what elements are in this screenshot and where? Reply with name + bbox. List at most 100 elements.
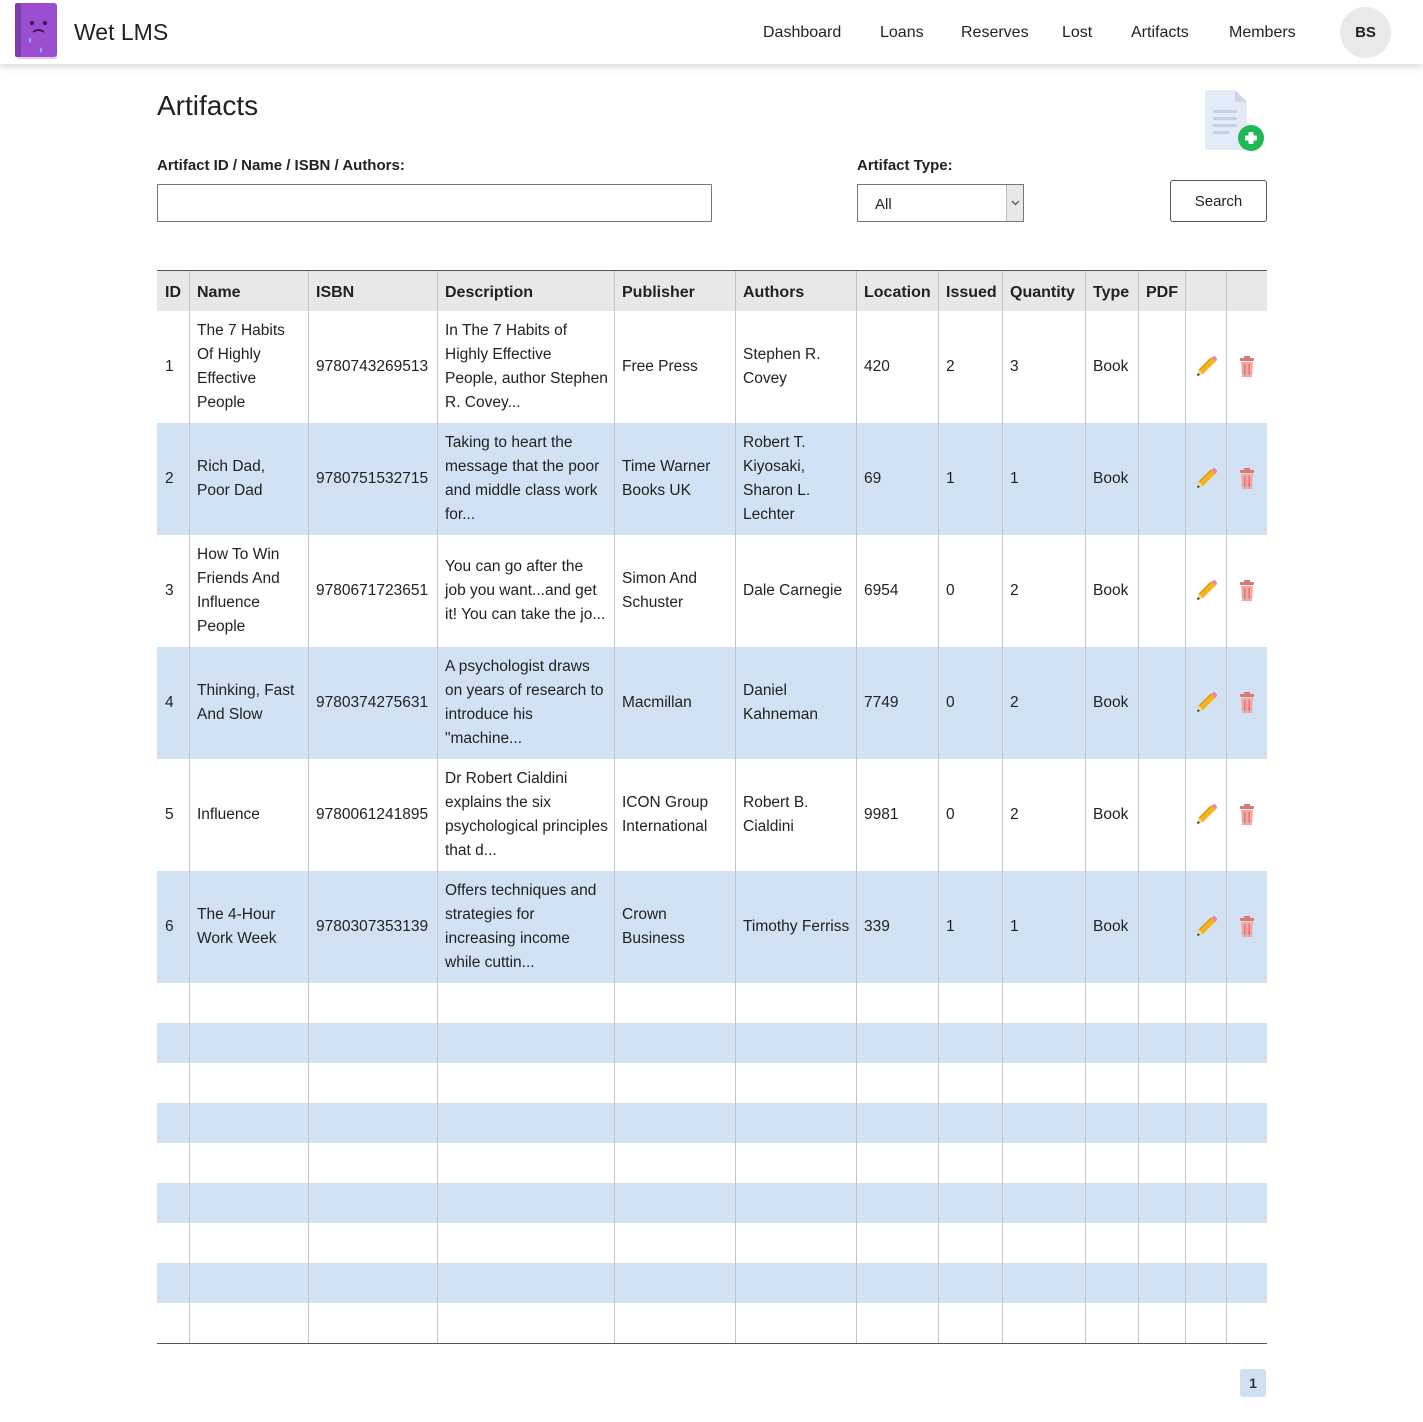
cell-name-text: The 4-Hour Work Week xyxy=(197,906,277,947)
cell-isbn-text: 9780307353139 xyxy=(316,918,429,935)
cell-type: Book xyxy=(1093,871,1132,983)
artifact-search-input[interactable] xyxy=(157,184,712,222)
cell-type-text: Book xyxy=(1093,582,1129,599)
pencil-icon[interactable] xyxy=(1193,690,1219,721)
column-header-publisher: Publisher xyxy=(622,284,695,301)
cell-issued: 0 xyxy=(946,535,996,647)
nav-reserves[interactable]: Reserves xyxy=(961,24,1029,42)
artifact-type-select[interactable]: All xyxy=(857,184,1024,222)
cell-authors-text: Timothy Ferriss xyxy=(743,918,850,935)
app-title[interactable]: Wet LMS xyxy=(74,19,168,46)
column-header-location: Location xyxy=(864,284,931,301)
cell-authors: Timothy Ferriss xyxy=(743,871,850,983)
cell-id: 1 xyxy=(165,311,183,423)
cell-description: Taking to heart the message that the poo… xyxy=(445,423,608,535)
table-bottom-border xyxy=(157,1343,1267,1344)
pagination-page-1[interactable]: 1 xyxy=(1240,1369,1266,1397)
column-header-name: Name xyxy=(197,284,241,301)
nav-dashboard[interactable]: Dashboard xyxy=(763,24,841,42)
cell-publisher-text: ICON Group International xyxy=(622,794,709,835)
cell-location: 339 xyxy=(864,871,932,983)
cell-type: Book xyxy=(1093,311,1132,423)
type-label: Artifact Type: xyxy=(857,157,953,174)
search-button[interactable]: Search xyxy=(1170,180,1267,222)
column-header-description: Description xyxy=(445,284,534,301)
cell-type-text: Book xyxy=(1093,694,1129,711)
pencil-icon[interactable] xyxy=(1193,466,1219,497)
cell-quantity-text: 2 xyxy=(1010,582,1019,599)
cell-isbn-text: 9780751532715 xyxy=(316,470,429,487)
add-document-icon[interactable] xyxy=(1201,86,1267,154)
sad-book-icon[interactable] xyxy=(15,3,59,61)
cell-description-text: Offers techniques and strategies for inc… xyxy=(445,882,597,971)
top-navbar: Wet LMS Dashboard Loans Reserves Lost Ar… xyxy=(0,0,1423,64)
cell-id-text: 3 xyxy=(165,582,174,599)
cell-id: 3 xyxy=(165,535,183,647)
nav-loans[interactable]: Loans xyxy=(880,24,924,42)
nav-artifacts[interactable]: Artifacts xyxy=(1131,24,1189,42)
cell-quantity-text: 1 xyxy=(1010,470,1019,487)
cell-id-text: 1 xyxy=(165,358,174,375)
cell-description: In The 7 Habits of Highly Effective Peop… xyxy=(445,311,608,423)
cell-issued-text: 1 xyxy=(946,918,955,935)
cell-location: 9981 xyxy=(864,759,932,871)
cell-id: 4 xyxy=(165,647,183,759)
empty-table-row xyxy=(157,1143,1267,1183)
empty-table-row xyxy=(157,1223,1267,1263)
cell-type: Book xyxy=(1093,535,1132,647)
column-header-pdf: PDF xyxy=(1146,284,1178,301)
column-divider xyxy=(437,271,438,1343)
cell-description: A psychologist draws on years of researc… xyxy=(445,647,608,759)
cell-issued-text: 1 xyxy=(946,470,955,487)
pencil-icon[interactable] xyxy=(1193,802,1219,833)
table-row: 3 How To Win Friends And Influence People… xyxy=(157,535,1267,647)
trash-icon[interactable] xyxy=(1237,692,1257,719)
column-divider xyxy=(1085,271,1086,1343)
cell-issued-text: 0 xyxy=(946,694,955,711)
nav-members[interactable]: Members xyxy=(1229,24,1296,42)
trash-icon[interactable] xyxy=(1237,580,1257,607)
trash-icon[interactable] xyxy=(1237,356,1257,383)
column-header-quantity: Quantity xyxy=(1010,284,1075,301)
cell-id: 5 xyxy=(165,759,183,871)
cell-quantity-text: 2 xyxy=(1010,806,1019,823)
column-divider xyxy=(856,271,857,1343)
cell-type-text: Book xyxy=(1093,358,1129,375)
cell-location-text: 9981 xyxy=(864,806,899,823)
cell-id-text: 6 xyxy=(165,918,174,935)
cell-isbn: 9780671723651 xyxy=(316,535,431,647)
cell-publisher-text: Macmillan xyxy=(622,694,692,711)
cell-quantity-text: 2 xyxy=(1010,694,1019,711)
column-divider xyxy=(308,271,309,1343)
pencil-icon[interactable] xyxy=(1193,354,1219,385)
cell-name-text: How To Win Friends And Influence People xyxy=(197,546,280,635)
cell-name-text: Influence xyxy=(197,806,260,823)
cell-location: 6954 xyxy=(864,535,932,647)
cell-description-text: A psychologist draws on years of researc… xyxy=(445,658,604,747)
column-divider xyxy=(938,271,939,1343)
cell-authors: Robert T. Kiyosaki, Sharon L. Lechter xyxy=(743,423,850,535)
pencil-icon[interactable] xyxy=(1193,914,1219,945)
cell-name-text: The 7 Habits Of Highly Effective People xyxy=(197,322,285,411)
cell-location-text: 339 xyxy=(864,918,890,935)
trash-icon[interactable] xyxy=(1237,804,1257,831)
cell-pdf xyxy=(1146,423,1179,535)
table-row: 4 Thinking, Fast And Slow 9780374275631 A p… xyxy=(157,647,1267,759)
pencil-icon[interactable] xyxy=(1193,578,1219,609)
cell-isbn: 9780061241895 xyxy=(316,759,431,871)
trash-icon[interactable] xyxy=(1237,468,1257,495)
empty-table-row xyxy=(157,1183,1267,1223)
user-avatar[interactable]: BS xyxy=(1340,7,1391,58)
cell-id: 6 xyxy=(165,871,183,983)
cell-isbn-text: 9780061241895 xyxy=(316,806,429,823)
cell-issued: 1 xyxy=(946,423,996,535)
cell-name: The 4-Hour Work Week xyxy=(197,871,302,983)
cell-publisher: Free Press xyxy=(622,311,729,423)
cell-location-text: 420 xyxy=(864,358,890,375)
nav-lost[interactable]: Lost xyxy=(1062,24,1092,42)
cell-authors: Robert B. Cialdini xyxy=(743,759,850,871)
cell-description: You can go after the job you want...and … xyxy=(445,535,608,647)
cell-description-text: In The 7 Habits of Highly Effective Peop… xyxy=(445,322,608,411)
trash-icon[interactable] xyxy=(1237,916,1257,943)
table-row: 5 Influence 9780061241895 Dr Robert Cialdin… xyxy=(157,759,1267,871)
